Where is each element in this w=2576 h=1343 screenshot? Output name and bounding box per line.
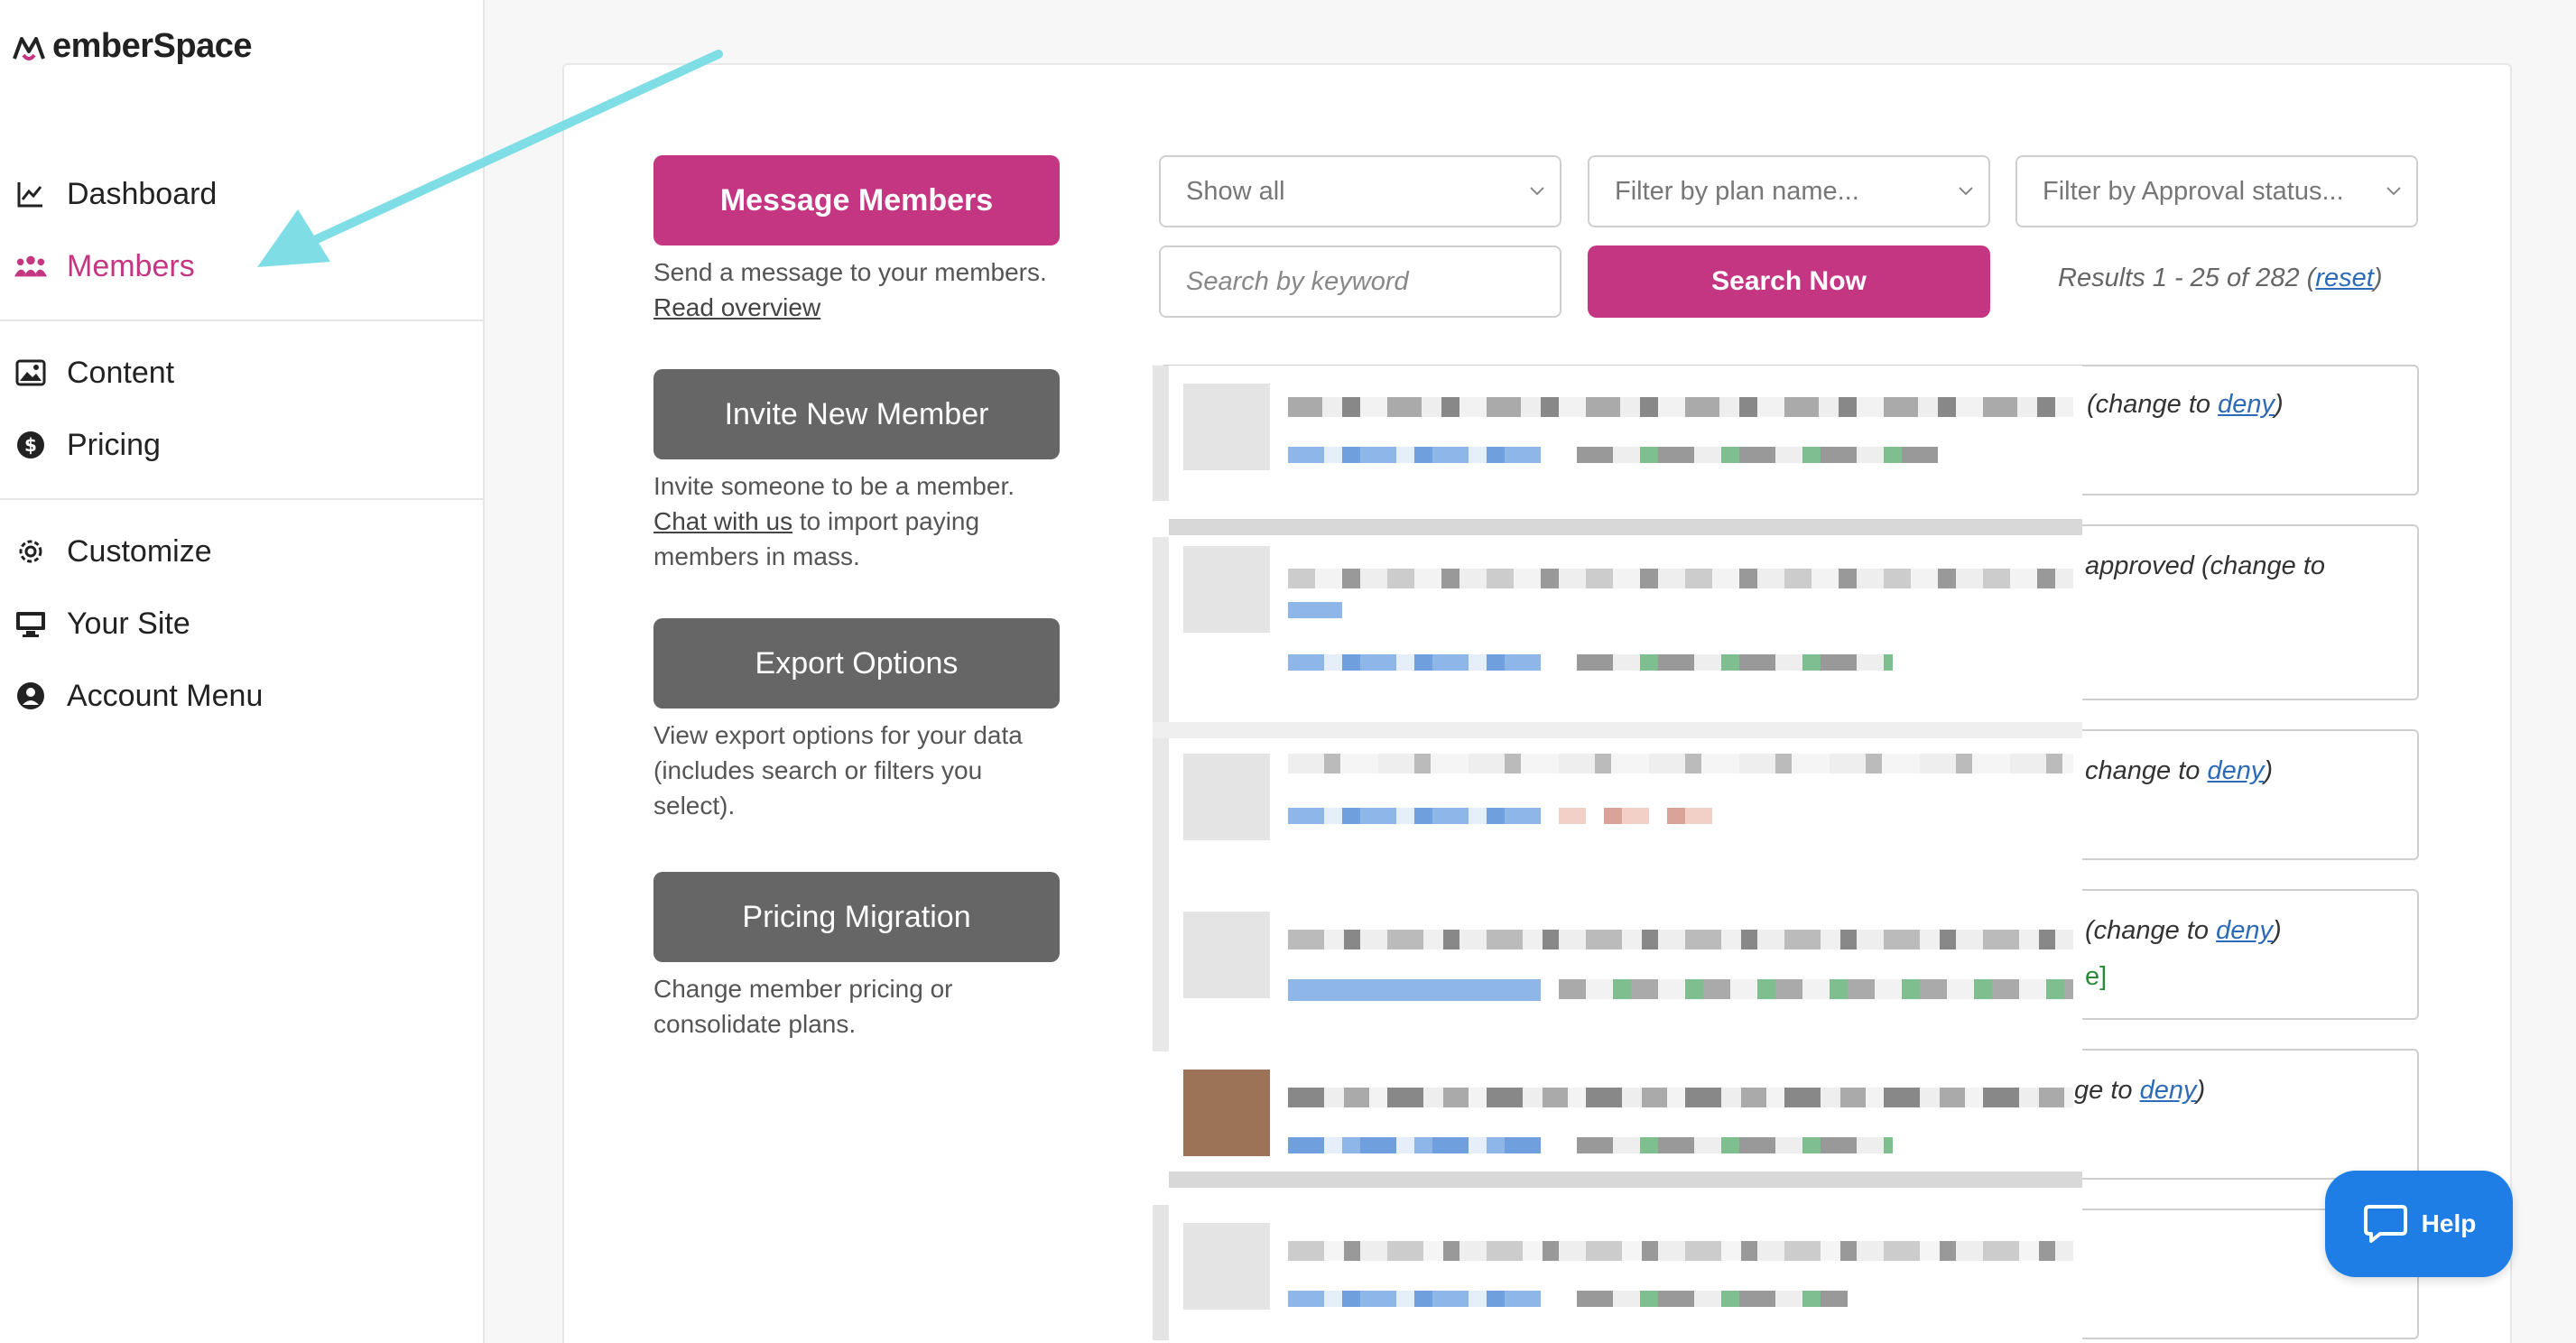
sidebar-item-label: Account Menu (67, 678, 264, 713)
export-desc: View export options for your data (inclu… (653, 721, 1023, 820)
memberspace-logo-icon (13, 36, 45, 60)
sidebar-item-customize[interactable]: Customize (0, 515, 485, 588)
invite-desc: Invite someone to be a member. Chat with… (653, 472, 1015, 570)
keyword-search-input[interactable]: Search by keyword (1159, 245, 1561, 318)
sidebar-item-label: Content (67, 355, 175, 390)
deny-link[interactable]: deny (2218, 390, 2275, 419)
member-row-status: (change to deny) (2087, 390, 2284, 419)
chat-bubble-icon (2363, 1205, 2407, 1243)
sidebar: emberSpace Dashboard Members Content $ P… (0, 0, 485, 1343)
chat-with-us-link[interactable]: Chat with us (653, 507, 792, 535)
nav-group-settings: Customize Your Site Account Menu (0, 515, 485, 732)
message-members-desc: Send a message to your members. Read ove… (653, 258, 1047, 321)
sidebar-item-label: Customize (67, 533, 212, 569)
sidebar-item-members[interactable]: Members (0, 230, 485, 302)
monitor-icon (14, 607, 47, 640)
member-row-plan: e] (2085, 962, 2108, 991)
member-row-status: ge to deny) (2074, 1076, 2206, 1105)
nav-group-main: Dashboard Members (0, 158, 485, 302)
chevron-down-icon (2386, 187, 2401, 196)
sidebar-item-dashboard[interactable]: Dashboard (0, 158, 485, 230)
invite-new-member-button[interactable]: Invite New Member (653, 369, 1060, 459)
sidebar-item-account-menu[interactable]: Account Menu (0, 660, 485, 732)
deny-link[interactable]: deny (2140, 1076, 2197, 1105)
user-circle-icon (14, 680, 47, 712)
help-button[interactable]: Help (2325, 1171, 2513, 1277)
sidebar-item-label: Dashboard (67, 176, 218, 211)
search-now-button[interactable]: Search Now (1588, 245, 1990, 318)
nav-group-content: Content $ Pricing (0, 337, 485, 481)
divider (0, 320, 485, 321)
dollar-circle-icon: $ (14, 429, 47, 461)
read-overview-link[interactable]: Read overview (653, 293, 820, 321)
export-options-button[interactable]: Export Options (653, 618, 1060, 709)
logo-text: emberSpace (52, 27, 253, 65)
logo[interactable]: emberSpace (13, 27, 253, 66)
sidebar-item-pricing[interactable]: $ Pricing (0, 409, 485, 481)
show-all-select[interactable]: Show all (1159, 155, 1561, 227)
migration-desc: Change member pricing or consolidate pla… (653, 975, 953, 1038)
chart-line-icon (14, 178, 47, 210)
chevron-down-icon (1530, 187, 1544, 196)
member-row-status: (change to deny) (2085, 916, 2282, 945)
deny-link[interactable]: deny (2207, 756, 2264, 785)
divider (0, 498, 485, 500)
message-members-button[interactable]: Message Members (653, 155, 1060, 245)
deny-link[interactable]: deny (2216, 916, 2273, 945)
users-icon (14, 250, 47, 282)
sidebar-item-your-site[interactable]: Your Site (0, 588, 485, 660)
member-row-status: approved (change to (2085, 551, 2326, 580)
sidebar-item-label: Pricing (67, 427, 161, 462)
chevron-down-icon (1959, 187, 1973, 196)
sidebar-item-label: Your Site (67, 606, 190, 641)
svg-text:$: $ (24, 434, 37, 456)
reset-link[interactable]: reset (2315, 264, 2373, 292)
redacted-member-details (1153, 366, 2082, 1343)
gear-icon (14, 535, 47, 568)
approval-filter-select[interactable]: Filter by Approval status... (2015, 155, 2418, 227)
plan-filter-select[interactable]: Filter by plan name... (1588, 155, 1990, 227)
sidebar-item-label: Members (67, 248, 195, 283)
sidebar-item-content[interactable]: Content (0, 337, 485, 409)
pricing-migration-button[interactable]: Pricing Migration (653, 872, 1060, 962)
image-icon (14, 357, 47, 389)
member-row-status: change to deny) (2085, 756, 2274, 785)
results-count: Results 1 - 25 of 282 (reset) (2058, 264, 2383, 292)
